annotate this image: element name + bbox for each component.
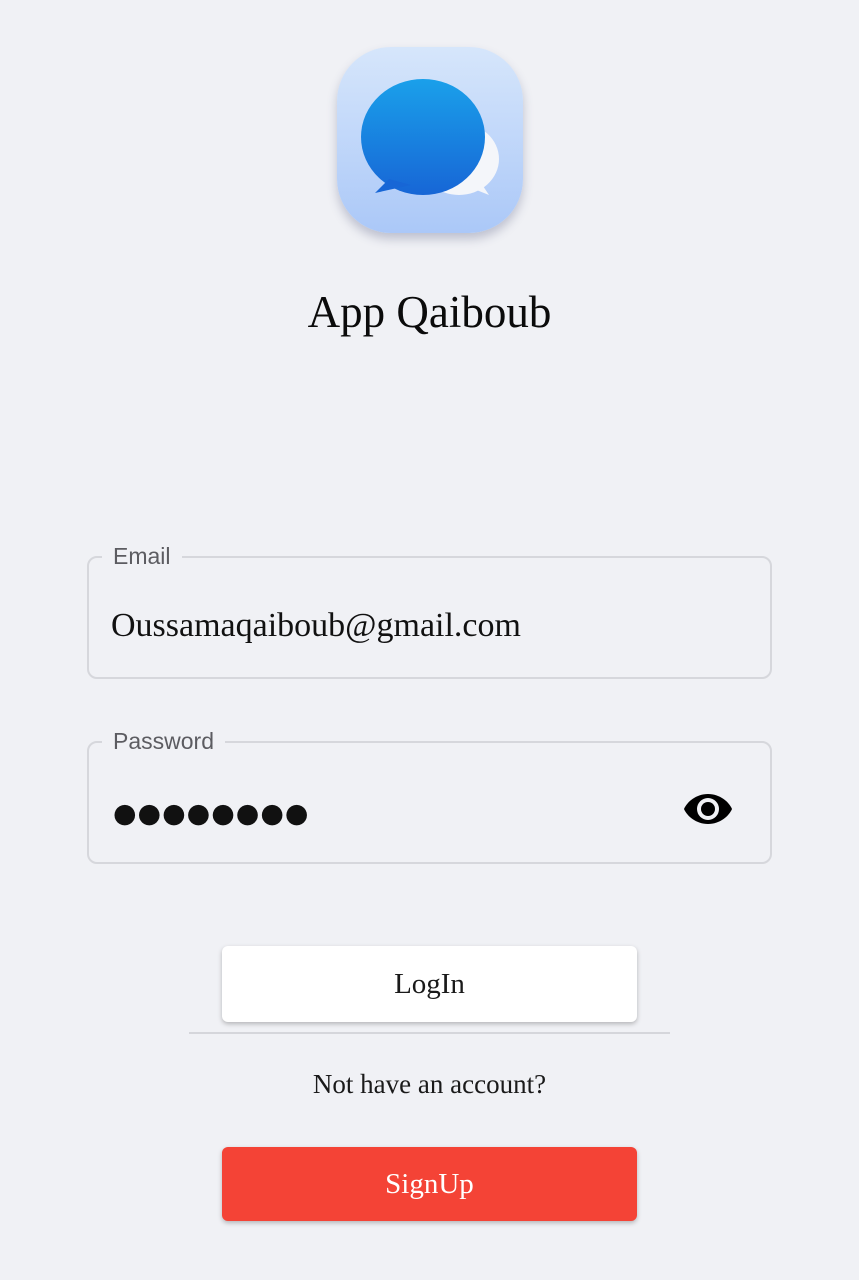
password-input[interactable]: ●●●●●●●●	[113, 800, 309, 827]
password-label: Password	[102, 726, 225, 756]
divider	[189, 1032, 670, 1034]
email-input[interactable]: Oussamaqaiboub@gmail.com	[111, 606, 521, 646]
email-field[interactable]: Email Oussamaqaiboub@gmail.com	[87, 541, 772, 679]
signup-button[interactable]: SignUp	[222, 1147, 637, 1221]
show-password-toggle[interactable]	[683, 791, 733, 827]
login-button[interactable]: LogIn	[222, 946, 637, 1022]
app-title: App Qaiboub	[307, 287, 552, 337]
signup-prompt: Not have an account?	[312, 1069, 547, 1099]
app-logo-icon	[337, 47, 523, 233]
email-label: Email	[102, 541, 182, 571]
eye-icon[interactable]	[683, 791, 733, 827]
chat-bubbles-icon	[361, 79, 499, 195]
password-field[interactable]: Password ●●●●●●●●	[87, 726, 772, 864]
